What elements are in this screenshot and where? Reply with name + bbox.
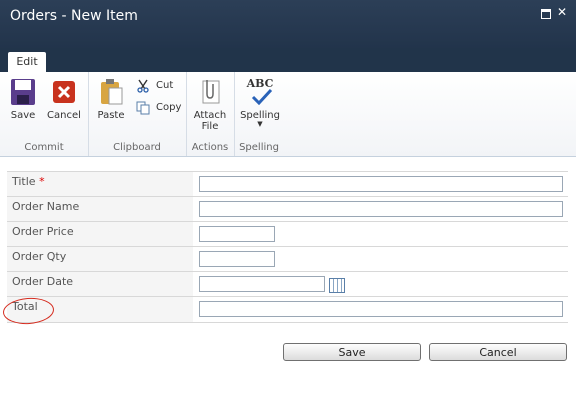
group-label-clipboard: Clipboard (113, 142, 161, 153)
ribbon-cut-label: Cut (156, 80, 174, 91)
ribbon-cancel-label: Cancel (47, 110, 81, 121)
title-input[interactable] (199, 176, 563, 192)
cancel-button[interactable]: Cancel (429, 343, 567, 361)
title-label-text: Title (12, 175, 36, 188)
form-row-order-date: Order Date (7, 271, 568, 297)
ribbon-save-button[interactable]: Save (6, 78, 40, 121)
field-label-order-name: Order Name (7, 197, 193, 222)
ribbon-attach-file-button[interactable]: Attach File (192, 78, 228, 132)
paperclip-icon (197, 78, 223, 106)
ribbon: Save Cancel Commit Paste Cut Copy Clipbo… (0, 72, 576, 157)
ribbon-paste-button[interactable]: Paste (94, 78, 128, 121)
maximize-icon[interactable] (541, 9, 551, 19)
ribbon-cut-button[interactable]: Cut (136, 78, 173, 94)
field-label-order-date: Order Date (7, 272, 193, 297)
order-date-input[interactable] (199, 276, 325, 292)
scissors-icon (136, 79, 150, 93)
group-label-commit: Commit (24, 142, 64, 153)
floppy-disk-icon (10, 78, 36, 106)
copy-icon (136, 101, 150, 115)
ribbon-cancel-button[interactable]: Cancel (46, 78, 82, 121)
red-x-icon (51, 78, 77, 106)
chevron-down-icon: ▼ (257, 120, 263, 128)
form-row-order-price: Order Price (7, 221, 568, 247)
clipboard-icon (98, 78, 124, 106)
order-qty-input[interactable] (199, 251, 275, 267)
field-label-order-qty: Order Qty (7, 247, 193, 272)
title-bar: Orders - New Item ✕ (0, 0, 576, 48)
ribbon-group-commit: Save Cancel Commit (0, 72, 89, 156)
order-price-input[interactable] (199, 226, 275, 242)
order-name-input[interactable] (199, 201, 563, 217)
ribbon-attach-label-line1: Attach (193, 110, 227, 121)
ribbon-paste-label: Paste (97, 110, 125, 121)
ribbon-copy-label: Copy (156, 102, 182, 113)
abc-badge: ABC (246, 77, 274, 90)
ribbon-group-spelling: ABC Spelling ▼ Spelling (234, 72, 284, 156)
ribbon-spelling-button[interactable]: ABC Spelling ▼ (239, 78, 281, 128)
field-label-order-price: Order Price (7, 222, 193, 247)
abc-check-icon: ABC (243, 78, 277, 106)
form-row-total: Total (7, 296, 568, 323)
ribbon-save-label: Save (10, 110, 36, 121)
group-label-actions: Actions (191, 142, 229, 153)
close-icon[interactable]: ✕ (557, 6, 569, 18)
required-marker: * (39, 175, 45, 188)
tab-edit[interactable]: Edit (8, 52, 46, 72)
group-label-spelling: Spelling (239, 142, 279, 153)
ribbon-attach-label-line2: File (201, 121, 219, 132)
window-title: Orders - New Item (10, 8, 138, 24)
ribbon-group-actions: Attach File Actions (186, 72, 235, 156)
form-row-order-qty: Order Qty (7, 246, 568, 272)
ribbon-copy-button[interactable]: Copy (136, 100, 181, 116)
total-input[interactable] (199, 301, 563, 317)
form-row-order-name: Order Name (7, 196, 568, 222)
save-button[interactable]: Save (283, 343, 421, 361)
ribbon-group-clipboard: Paste Cut Copy Clipboard (88, 72, 187, 156)
calendar-icon[interactable] (329, 278, 345, 293)
field-label-title: Title * (7, 172, 193, 197)
ribbon-tab-row: Edit (0, 48, 576, 72)
form-row-title: Title * (7, 171, 568, 197)
